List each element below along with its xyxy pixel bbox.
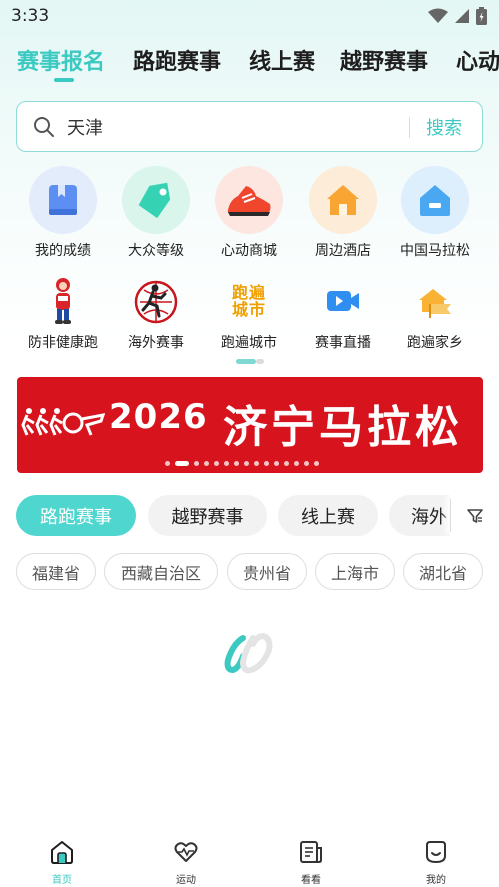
tab-trail-running[interactable]: 越野赛事 xyxy=(340,44,428,76)
grid-item-hometown[interactable]: 跑遍家乡 xyxy=(388,276,482,352)
home-badge-icon xyxy=(401,166,469,234)
carousel-dot xyxy=(194,461,199,466)
carousel-dot xyxy=(264,461,269,466)
home-icon xyxy=(51,841,73,864)
active-tab-indicator xyxy=(54,78,74,82)
shoe-icon xyxy=(215,166,283,234)
city-icon: 跑遍城市 xyxy=(215,276,283,326)
grid-label: 周边酒店 xyxy=(315,243,371,259)
tab-online-race[interactable]: 线上赛 xyxy=(249,44,315,76)
carousel-dot xyxy=(294,461,299,466)
banner-title: 济宁马拉松 xyxy=(223,402,463,453)
province-chip[interactable]: 上海市 xyxy=(315,553,395,590)
grid-label: 赛事直播 xyxy=(315,335,371,351)
status-icons xyxy=(428,7,487,25)
carousel-dot xyxy=(224,461,229,466)
nav-home[interactable]: 首页 xyxy=(32,839,92,886)
search-icon xyxy=(34,117,54,137)
nav-mine[interactable]: 我的 xyxy=(406,839,466,886)
battery-icon xyxy=(476,7,487,25)
nav-watch[interactable]: 看看 xyxy=(281,839,341,886)
province-filter-row: 福建省 西藏自治区 贵州省 上海市 湖北省 xyxy=(0,553,499,591)
carousel-dot-active xyxy=(175,461,189,466)
tab-heartbeat[interactable]: 心动 xyxy=(456,44,499,76)
grid-item-china-marathon[interactable]: 中国马拉松 xyxy=(388,166,482,260)
carousel-dot xyxy=(234,461,239,466)
grid-label: 大众等级 xyxy=(128,243,184,259)
signal-icon xyxy=(455,9,469,23)
province-chip[interactable]: 福建省 xyxy=(16,553,96,590)
carousel-dot xyxy=(214,461,219,466)
grid-label: 跑遍城市 xyxy=(221,335,277,351)
banner-year: 2026 xyxy=(109,397,208,437)
run-the-world-icon xyxy=(122,276,190,326)
carousel-dot xyxy=(304,461,309,466)
nav-label: 看看 xyxy=(301,875,321,886)
category-trail-running[interactable]: 越野赛事 xyxy=(148,495,267,536)
grid-label: 心动商城 xyxy=(221,243,277,259)
grid-label: 中国马拉松 xyxy=(400,243,470,259)
mascot-icon xyxy=(29,276,97,326)
nav-label: 我的 xyxy=(426,875,446,886)
carousel-dot xyxy=(284,461,289,466)
grid-item-public-level[interactable]: 大众等级 xyxy=(109,166,203,260)
grid-label: 海外赛事 xyxy=(128,335,184,351)
search-input[interactable] xyxy=(67,114,397,140)
search-button[interactable]: 搜索 xyxy=(426,114,462,140)
status-bar: 3:33 xyxy=(0,0,499,34)
grid-item-live[interactable]: 赛事直播 xyxy=(296,276,390,352)
carousel-dot xyxy=(314,461,319,466)
loading-spinner-icon xyxy=(223,630,275,676)
category-road-running[interactable]: 路跑赛事 xyxy=(16,495,136,536)
filter-icon xyxy=(466,508,483,523)
grid-label: 我的成绩 xyxy=(35,243,91,259)
top-tabs: 赛事报名 路跑赛事 线上赛 越野赛事 心动 xyxy=(0,44,499,88)
grid-item-overseas[interactable]: 海外赛事 xyxy=(109,276,203,352)
tag-icon xyxy=(122,166,190,234)
bottom-nav: 首页 运动 看看 我的 xyxy=(0,827,499,887)
book-icon xyxy=(29,166,97,234)
province-chip[interactable]: 西藏自治区 xyxy=(104,553,218,590)
nav-label: 运动 xyxy=(176,875,196,886)
city-icon-text: 跑遍城市 xyxy=(231,283,266,319)
smile-icon xyxy=(426,841,446,864)
nav-label: 首页 xyxy=(52,875,72,886)
house-icon xyxy=(309,166,377,234)
tab-event-signup[interactable]: 赛事报名 xyxy=(17,44,105,76)
grid-label: 跑遍家乡 xyxy=(407,335,463,351)
video-icon xyxy=(309,276,377,326)
status-time: 3:33 xyxy=(11,6,50,26)
filter-button[interactable] xyxy=(450,495,499,536)
runners-logo-icon xyxy=(21,408,105,436)
hometown-icon xyxy=(401,276,469,326)
grid-item-shop[interactable]: 心动商城 xyxy=(202,166,296,260)
carousel-dot xyxy=(244,461,249,466)
carousel-dot xyxy=(165,461,170,466)
search-bar: 搜索 xyxy=(16,101,483,152)
promo-banner[interactable]: 2026 济宁马拉松 xyxy=(17,377,483,473)
grid-label: 防非健康跑 xyxy=(28,335,98,351)
search-divider xyxy=(409,117,410,138)
grid-item-my-results[interactable]: 我的成绩 xyxy=(16,166,110,260)
grid-page-indicator xyxy=(236,359,264,364)
carousel-dot xyxy=(204,461,209,466)
grid-item-hotel[interactable]: 周边酒店 xyxy=(296,166,390,260)
carousel-dot xyxy=(254,461,259,466)
banner-carousel-dots xyxy=(165,461,319,466)
news-icon xyxy=(300,841,322,863)
nav-sport[interactable]: 运动 xyxy=(156,839,216,886)
category-filter-row: 路跑赛事 越野赛事 线上赛 海外 xyxy=(0,495,499,537)
wifi-icon xyxy=(428,8,448,23)
grid-item-health-run[interactable]: 防非健康跑 xyxy=(16,276,110,352)
grid-item-city[interactable]: 跑遍城市 跑遍城市 xyxy=(202,276,296,352)
carousel-dot xyxy=(274,461,279,466)
heart-pulse-icon xyxy=(174,842,198,862)
category-online-race[interactable]: 线上赛 xyxy=(278,495,378,536)
province-chip[interactable]: 贵州省 xyxy=(227,553,307,590)
province-chip[interactable]: 湖北省 xyxy=(403,553,483,590)
tab-road-running[interactable]: 路跑赛事 xyxy=(133,44,221,76)
